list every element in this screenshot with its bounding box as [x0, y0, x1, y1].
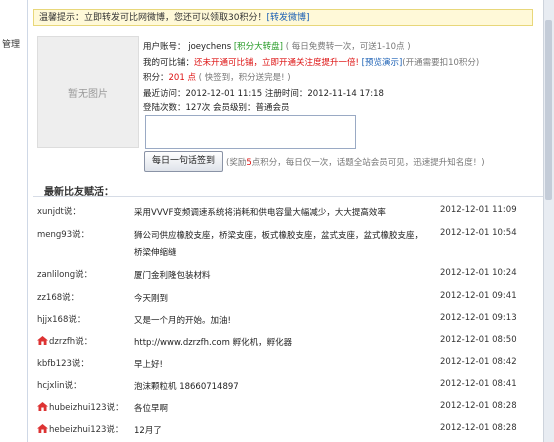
feed-content: 各位早啊 — [134, 404, 169, 414]
account-label: 用户账号： — [143, 42, 186, 52]
feed-time: 2012-12-01 08:28 — [440, 423, 517, 433]
visit-row: 最近访问：2012-12-01 11:15 注册时间：2012-11-14 17… — [143, 87, 384, 99]
feed-time: 2012-12-01 08:28 — [440, 401, 517, 411]
account-value: joeychens — [188, 42, 232, 52]
no-photo-text: 暂无图片 — [68, 88, 108, 100]
login-row: 登陆次数：127次 会员级别：普通会员 — [143, 101, 289, 113]
bind-status: 还未开通可比铺 — [194, 58, 254, 68]
signin-note: (奖励5点积分，每日仅一次，话题全站会员可见，迅速提升知名度！) — [226, 158, 485, 168]
register-label: 注册时间： — [264, 89, 308, 99]
points-note: ( 快签到，积分送完是! ) — [198, 73, 291, 83]
feed-author[interactable]: hjjx168说： — [37, 313, 85, 325]
forward-weibo-link[interactable]: [转发微博] — [266, 13, 309, 23]
feed-author[interactable]: zanlilong说： — [37, 268, 92, 280]
login-count-value: 127次 — [185, 103, 211, 113]
feed-time: 2012-12-01 08:41 — [440, 379, 517, 389]
lottery-link[interactable]: [积分大转盘] — [234, 42, 283, 52]
member-house-icon — [37, 424, 49, 435]
feed-time: 2012-12-01 10:54 — [440, 228, 517, 238]
feed-author[interactable]: hebeizhui123说： — [37, 423, 123, 435]
feed-time: 2012-12-01 10:24 — [440, 268, 517, 278]
daily-signin-button[interactable]: 每日一句话签到 — [144, 151, 223, 172]
login-count-label: 登陆次数： — [143, 103, 186, 113]
member-level-label: 会员级别： — [212, 103, 256, 113]
bind-row: 我的可比铺：还未开通可比铺，立即开通关注度提升一倍! [预览演示](开通需要扣1… — [143, 56, 479, 68]
scrollbar-thumb[interactable] — [545, 20, 552, 200]
lottery-note: ( 每日免费转一次，可送1-10点 ) — [285, 42, 411, 52]
feed-content: 早上好! — [134, 360, 163, 370]
points-label: 积分： — [143, 73, 169, 83]
feed-content: 12月了 — [134, 426, 162, 436]
feed-time: 2012-12-01 08:50 — [440, 335, 517, 345]
feed-time: 2012-12-01 09:13 — [440, 313, 517, 323]
sidebar-manage-label[interactable]: 管理 — [2, 37, 20, 50]
bind-action-link[interactable]: ，立即开通关注度提升一倍! — [254, 58, 359, 68]
preview-demo-link[interactable]: [预览演示] — [362, 58, 403, 68]
feed-content: 采用VVVF变频调速系统将消耗和供电容量大幅减少，大大提高效率 — [134, 208, 386, 218]
tip-bar: 温馨提示：立即转发可比网微博，您还可以领取30积分！[转发微博] — [33, 9, 533, 26]
avatar-placeholder: 暂无图片 — [37, 36, 139, 148]
feed-author[interactable]: xunjdt说： — [37, 205, 81, 217]
points-row: 积分：201 点 ( 快签到，积分送完是! ) — [143, 71, 291, 83]
feed-author[interactable]: kbfb123说： — [37, 357, 89, 369]
member-level-value: 普通会员 — [255, 103, 290, 113]
feed-time: 2012-12-01 09:41 — [440, 291, 517, 301]
points-value: 201 点 — [168, 73, 196, 83]
left-sidebar: 管理 — [0, 0, 28, 442]
bind-note: (开通需要扣10积分) — [402, 58, 480, 68]
feed-time: 2012-12-01 08:42 — [440, 357, 517, 367]
register-value: 2012-11-14 17:18 — [307, 89, 384, 99]
feed-content: 狮公司供应橡胶支座，桥梁支座，板式橡胶支座，盆式支座，盆式橡胶支座，桥梁伸缩缝 — [134, 231, 424, 258]
feed-content: http://www.dzrzfh.com 孵化机，孵化器 — [134, 338, 293, 348]
tip-text: 温馨提示：立即转发可比网微博，您还可以领取30积分！ — [39, 13, 267, 23]
last-visit-value: 2012-12-01 11:15 — [185, 89, 263, 99]
bind-label: 我的可比铺： — [143, 58, 195, 68]
feed-divider — [33, 196, 543, 197]
member-house-icon — [37, 336, 49, 347]
feed-author[interactable]: meng93说： — [37, 228, 89, 240]
feed-author[interactable]: hubeizhui123说： — [37, 401, 124, 413]
signin-message-input[interactable] — [145, 115, 356, 149]
feed-content: 厦门金利隆包装材料 — [134, 271, 211, 281]
feed-time: 2012-12-01 11:09 — [440, 205, 517, 215]
last-visit-label: 最近访问： — [143, 89, 186, 99]
feed-content: 今天刚到 — [134, 294, 169, 304]
feed-content: 泡沫颗粒机 18660714897 — [134, 382, 239, 392]
feed-content: 又是一个月的开始。加油! — [134, 316, 231, 326]
page-scrollbar[interactable] — [543, 0, 554, 442]
account-row: 用户账号： joeychens [积分大转盘] ( 每日免费转一次，可送1-10… — [143, 40, 411, 52]
feed-author[interactable]: zz168说： — [37, 291, 79, 303]
member-house-icon — [37, 402, 49, 413]
feed-author[interactable]: dzrzfh说： — [37, 335, 92, 347]
feed-author[interactable]: hcjxlin说： — [37, 379, 82, 391]
